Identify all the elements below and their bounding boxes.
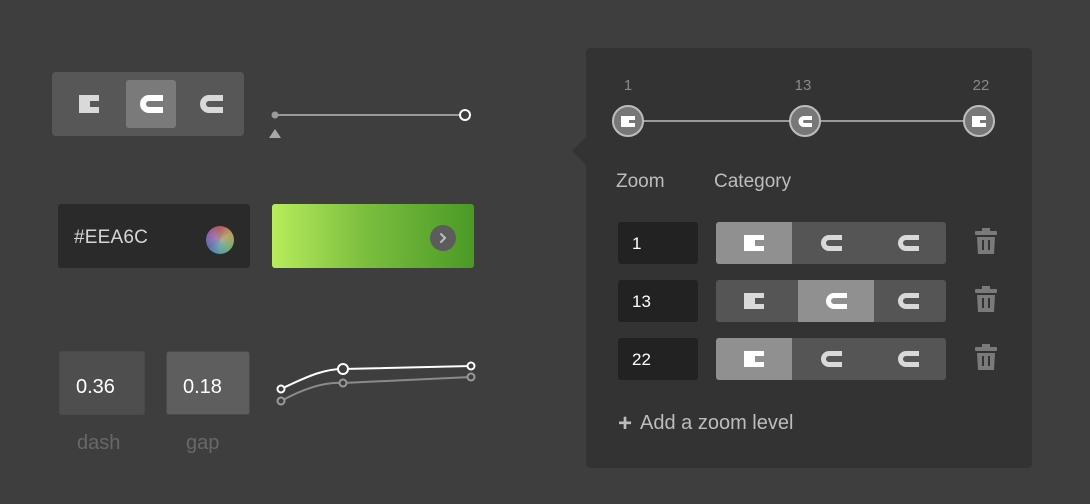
zoom-stop-label: 13 [794, 77, 812, 94]
butt-cap-icon [744, 351, 764, 367]
slider-start-handle [271, 111, 279, 119]
add-zoom-level-button[interactable]: + Add a zoom level [618, 409, 794, 437]
dash-input[interactable]: 0.36 [59, 351, 145, 415]
trash-icon[interactable] [975, 228, 997, 254]
zoom-stop-label: 22 [972, 77, 990, 94]
gap-input[interactable]: 0.18 [166, 351, 250, 415]
add-zoom-level-label: Add a zoom level [640, 412, 794, 434]
butt-cap-option[interactable] [716, 222, 792, 264]
round-cap-icon [821, 235, 842, 251]
zoom-column-header: Zoom [616, 171, 665, 192]
square-cap-button[interactable] [186, 80, 236, 128]
round-cap-option[interactable] [793, 338, 869, 380]
color-gradient-preview[interactable] [272, 204, 474, 268]
butt-cap-option[interactable] [716, 280, 792, 322]
triangle-marker [269, 129, 281, 138]
zoom-track: 1 13 22 [586, 48, 1032, 148]
color-hex-field[interactable]: #EEA6C [58, 204, 250, 268]
category-column-header: Category [714, 171, 792, 192]
square-cap-option[interactable] [870, 222, 946, 264]
popover-pointer [572, 137, 586, 165]
square-cap-icon [898, 351, 919, 367]
gap-label: gap [186, 432, 220, 454]
offset-slider[interactable] [268, 100, 478, 140]
trash-icon[interactable] [975, 286, 997, 312]
zoom-stop-1[interactable] [612, 105, 644, 137]
category-selector [716, 338, 946, 380]
round-cap-icon [821, 351, 842, 367]
round-cap-icon [826, 293, 847, 309]
zoom-stop-label: 1 [623, 77, 633, 94]
square-cap-icon [200, 95, 223, 113]
color-wheel-icon[interactable] [206, 226, 234, 254]
zoom-stop-13[interactable] [789, 105, 821, 137]
line-cap-selector [52, 72, 244, 136]
dash-curve-graph[interactable] [270, 355, 480, 415]
zoom-input-value: 13 [632, 292, 651, 311]
round-cap-icon [140, 95, 163, 113]
butt-cap-button[interactable] [64, 80, 114, 128]
category-selector [716, 222, 946, 264]
zoom-input[interactable]: 13 [618, 280, 698, 322]
dash-label: dash [77, 432, 121, 454]
square-cap-option[interactable] [870, 338, 946, 380]
round-cap-option[interactable] [798, 280, 874, 322]
square-cap-icon [898, 235, 919, 251]
square-cap-option[interactable] [870, 280, 946, 322]
slider-end-handle [459, 109, 471, 121]
chevron-right-icon[interactable] [430, 225, 456, 251]
zoom-input-value: 22 [632, 350, 651, 369]
butt-cap-icon [744, 235, 764, 251]
zoom-input[interactable]: 1 [618, 222, 698, 264]
zoom-stop-22[interactable] [963, 105, 995, 137]
zoom-input[interactable]: 22 [618, 338, 698, 380]
round-cap-button[interactable] [126, 80, 176, 128]
color-hex-value: #EEA6C [74, 227, 149, 248]
zoom-input-value: 1 [632, 234, 642, 253]
gap-value: 0.18 [183, 376, 222, 398]
category-selector [716, 280, 946, 322]
butt-cap-icon [79, 95, 99, 113]
plus-icon: + [618, 409, 633, 437]
dash-value: 0.36 [76, 376, 115, 398]
round-cap-option[interactable] [793, 222, 869, 264]
zoom-level-popover: 1 13 22 Zoom Category 1 13 22 + Add a zo… [586, 48, 1032, 468]
square-cap-icon [898, 293, 919, 309]
trash-icon[interactable] [975, 344, 997, 370]
butt-cap-option[interactable] [716, 338, 792, 380]
butt-cap-icon [744, 293, 764, 309]
